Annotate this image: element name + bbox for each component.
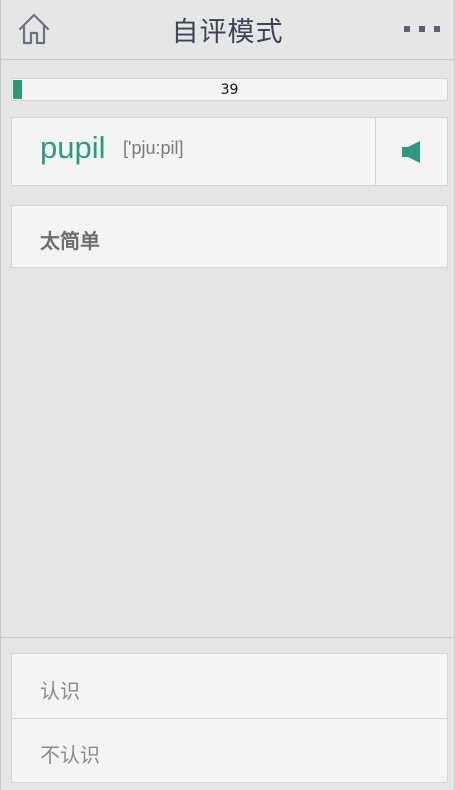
page-title: 自评模式	[171, 17, 284, 48]
more-dot	[404, 26, 410, 32]
too-easy-label: 太简单	[40, 229, 100, 253]
speaker-icon	[402, 140, 420, 163]
word-text: pupil	[40, 130, 106, 165]
know-label: 认识	[40, 679, 80, 703]
dont-know-button[interactable]: 不认识	[11, 719, 448, 783]
more-dot	[434, 26, 440, 32]
phonetic-text: ['pju:pil]	[123, 138, 184, 158]
progress-count: 39	[220, 82, 239, 98]
dont-know-label: 不认识	[40, 743, 100, 767]
too-easy-button[interactable]: 太简单	[11, 205, 448, 268]
word-card: pupil ['pju:pil]	[11, 117, 448, 186]
more-dot	[419, 26, 425, 32]
more-button[interactable]	[404, 22, 440, 36]
top-bar: 自评模式	[1, 0, 454, 60]
progress-bar: 39	[11, 78, 448, 101]
pronounce-button[interactable]	[376, 118, 448, 185]
know-button[interactable]: 认识	[11, 653, 448, 719]
